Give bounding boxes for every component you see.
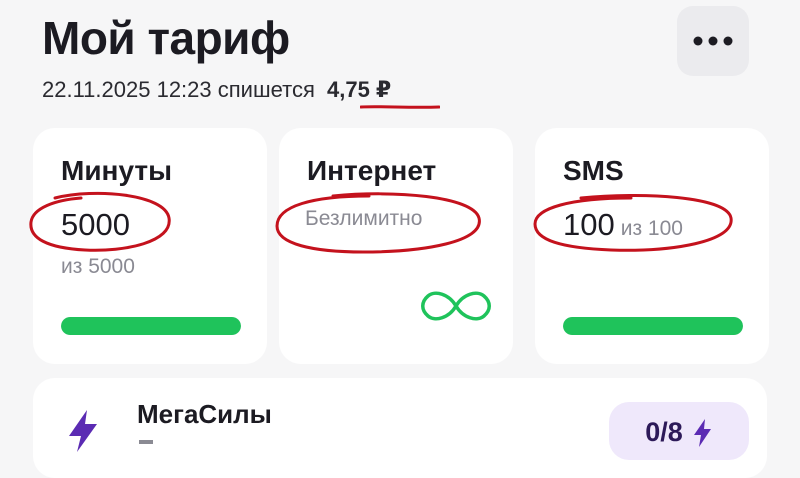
infinity-icon <box>421 291 491 321</box>
internet-card[interactable]: Интернет Безлимитно <box>275 128 513 364</box>
minutes-card[interactable]: Минуты 5000 из 5000 <box>29 128 267 364</box>
sms-progress-fill <box>563 317 743 335</box>
sms-progress-bar <box>563 317 743 335</box>
megasily-badge-count: 0/8 <box>645 417 683 447</box>
megasily-badge[interactable]: 0/8 <box>609 402 749 460</box>
page-title: Мой тариф <box>42 12 290 64</box>
megasily-title: МегаСилы <box>137 399 272 429</box>
internet-title: Интернет <box>307 155 437 186</box>
minutes-total: из 5000 <box>61 255 135 278</box>
lightning-icon <box>693 419 711 447</box>
sms-value: 100 <box>563 207 615 242</box>
charge-amount-underline-annotation <box>360 105 440 109</box>
megasily-card[interactable]: МегаСилы 0/8 <box>33 378 767 478</box>
charge-date-text: 22.11.2025 12:23 спишется <box>42 77 315 102</box>
more-options-button[interactable] <box>677 6 749 76</box>
megasily-subtitle-fragment <box>139 440 153 444</box>
sms-total: из 100 <box>620 217 683 240</box>
minutes-progress-fill <box>61 317 241 335</box>
sms-value-line: 100 из 100 <box>563 206 683 248</box>
sms-title: SMS <box>563 155 624 186</box>
more-horizontal-icon <box>693 36 733 46</box>
charge-info: 22.11.2025 12:23 спишется 4,75 ₽ <box>42 76 391 104</box>
lightning-icon <box>69 410 97 452</box>
charge-amount: 4,75 ₽ <box>326 77 392 102</box>
minutes-progress-bar <box>61 317 241 335</box>
minutes-value: 5000 <box>61 207 130 242</box>
minutes-title: Минуты <box>61 155 172 186</box>
internet-status: Безлимитно <box>305 207 423 230</box>
sms-card[interactable]: SMS 100 из 100 <box>533 128 769 364</box>
